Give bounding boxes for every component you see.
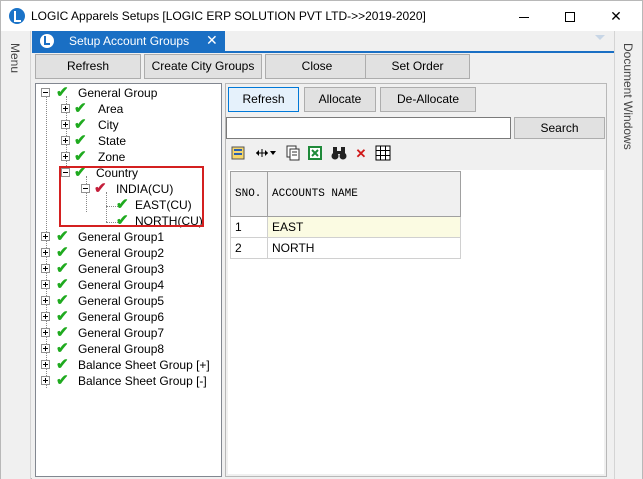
menu-strip[interactable]: Menu (1, 31, 31, 479)
checkmark-icon: ✔ (74, 132, 87, 149)
expand-icon[interactable] (41, 376, 50, 385)
minimize-button[interactable] (501, 1, 547, 31)
account-group-tree[interactable]: ✔ General Group ✔ Area ✔ City ✔ State ✔ … (35, 83, 222, 477)
column-header-sno[interactable]: SNO. (230, 171, 268, 217)
column-header-accounts-name[interactable]: ACCOUNTS NAME (267, 171, 461, 217)
checkmark-icon: ✔ (74, 100, 87, 117)
tab-setup-account-groups[interactable]: Setup Account Groups ✕ (32, 31, 225, 51)
close-window-button[interactable]: ✕ (593, 1, 639, 31)
document-windows-label: Document Windows (621, 43, 635, 150)
accounts-grid: SNO. ACCOUNTS NAME 1 EAST 2 NORTH (230, 171, 461, 259)
expand-icon[interactable] (41, 344, 50, 353)
expand-icon[interactable] (41, 232, 50, 241)
expand-icon[interactable] (41, 264, 50, 273)
tree-item-general-group2[interactable]: ✔ General Group2 (41, 245, 221, 261)
tree-item-general-group3[interactable]: ✔ General Group3 (41, 261, 221, 277)
deallocate-button[interactable]: De-Allocate (380, 87, 476, 112)
close-button[interactable]: Close (265, 54, 369, 79)
expand-icon[interactable] (41, 312, 50, 321)
tree-item-general-group1[interactable]: ✔ General Group1 (41, 229, 221, 245)
copy-icon[interactable] (284, 145, 302, 163)
tree-item-general-group7[interactable]: ✔ General Group7 (41, 325, 221, 341)
checkmark-icon: ✔ (74, 116, 87, 133)
table-row[interactable]: 1 EAST (230, 216, 461, 238)
app-logo-icon (9, 8, 25, 24)
tree-item-general-group5[interactable]: ✔ General Group5 (41, 293, 221, 309)
checkmark-icon: ✔ (56, 372, 69, 389)
tree-item-zone[interactable]: ✔ Zone (61, 149, 221, 165)
highlight-box (59, 166, 204, 227)
grid-icon[interactable] (374, 145, 392, 163)
checkmark-icon: ✔ (56, 228, 69, 245)
allocate-button[interactable]: Allocate (304, 87, 376, 112)
checkmark-icon: ✔ (56, 292, 69, 309)
expand-icon[interactable] (41, 248, 50, 257)
menu-label: Menu (8, 43, 22, 74)
checkmark-icon: ✔ (56, 356, 69, 373)
excel-icon[interactable] (306, 145, 324, 163)
tab-label: Setup Account Groups (69, 34, 190, 48)
checkmark-icon: ✔ (56, 324, 69, 341)
accounts-grid-panel[interactable]: SNO. ACCOUNTS NAME 1 EAST 2 NORTH (228, 170, 604, 474)
checkmark-icon: ✔ (56, 276, 69, 293)
minimize-icon (519, 16, 529, 18)
cell-account-name[interactable]: NORTH (267, 237, 461, 259)
tree-item-general-group4[interactable]: ✔ General Group4 (41, 277, 221, 293)
tree-item-balance-sheet-plus[interactable]: ✔ Balance Sheet Group [+] (41, 357, 221, 373)
window-title: LOGIC Apparels Setups [LOGIC ERP SOLUTIO… (31, 9, 426, 23)
close-icon: ✕ (610, 8, 622, 24)
grid-toolbar: ✕ (226, 143, 608, 167)
tab-close-button[interactable]: ✕ (206, 32, 218, 49)
delete-icon[interactable]: ✕ (352, 145, 370, 163)
tree-item-general-group6[interactable]: ✔ General Group6 (41, 309, 221, 325)
tab-dropdown-icon[interactable] (595, 35, 605, 40)
tree-item-balance-sheet-minus[interactable]: ✔ Balance Sheet Group [-] (41, 373, 221, 389)
document-area: Setup Account Groups ✕ Refresh Create Ci… (32, 31, 614, 479)
tree-item-general-group8[interactable]: ✔ General Group8 (41, 341, 221, 357)
maximize-icon (565, 12, 575, 23)
tree-item-general-group[interactable]: ✔ General Group (41, 85, 221, 101)
expand-icon[interactable] (41, 328, 50, 337)
expand-icon[interactable] (61, 120, 70, 129)
app-window: LOGIC Apparels Setups [LOGIC ERP SOLUTIO… (0, 0, 643, 479)
document-windows-strip[interactable]: Document Windows (614, 31, 642, 479)
tab-logo-icon (40, 34, 54, 48)
set-order-button[interactable]: Set Order (365, 54, 470, 79)
tree-item-city[interactable]: ✔ City (61, 117, 221, 133)
cell-sno[interactable]: 2 (230, 237, 268, 259)
cell-account-name[interactable]: EAST (267, 216, 461, 238)
expand-icon[interactable] (61, 136, 70, 145)
expand-icon[interactable] (61, 104, 70, 113)
collapse-icon[interactable] (41, 88, 50, 97)
create-city-groups-button[interactable]: Create City Groups (144, 54, 262, 79)
expand-icon[interactable] (41, 280, 50, 289)
tree-item-area[interactable]: ✔ Area (61, 101, 221, 117)
checkmark-icon: ✔ (56, 244, 69, 261)
search-button[interactable]: Search (514, 117, 605, 139)
tab-strip (32, 51, 614, 53)
search-input[interactable] (226, 117, 511, 139)
export-icon[interactable] (230, 145, 248, 163)
title-bar: LOGIC Apparels Setups [LOGIC ERP SOLUTIO… (1, 1, 642, 31)
allocation-refresh-button[interactable]: Refresh (228, 87, 299, 112)
maximize-button[interactable] (547, 1, 593, 31)
checkmark-icon: ✔ (74, 148, 87, 165)
allocation-panel: Refresh Allocate De-Allocate Search ✕ SN… (225, 83, 607, 477)
column-resize-icon[interactable] (254, 145, 278, 163)
table-row[interactable]: 2 NORTH (230, 237, 461, 259)
checkmark-icon: ✔ (56, 340, 69, 357)
expand-icon[interactable] (61, 152, 70, 161)
binoculars-icon[interactable] (330, 145, 348, 163)
checkmark-icon: ✔ (56, 308, 69, 325)
tree-item-state[interactable]: ✔ State (61, 133, 221, 149)
checkmark-icon: ✔ (56, 260, 69, 277)
checkmark-icon: ✔ (56, 84, 69, 101)
cell-sno[interactable]: 1 (230, 216, 268, 238)
expand-icon[interactable] (41, 360, 50, 369)
refresh-button[interactable]: Refresh (35, 54, 141, 79)
expand-icon[interactable] (41, 296, 50, 305)
